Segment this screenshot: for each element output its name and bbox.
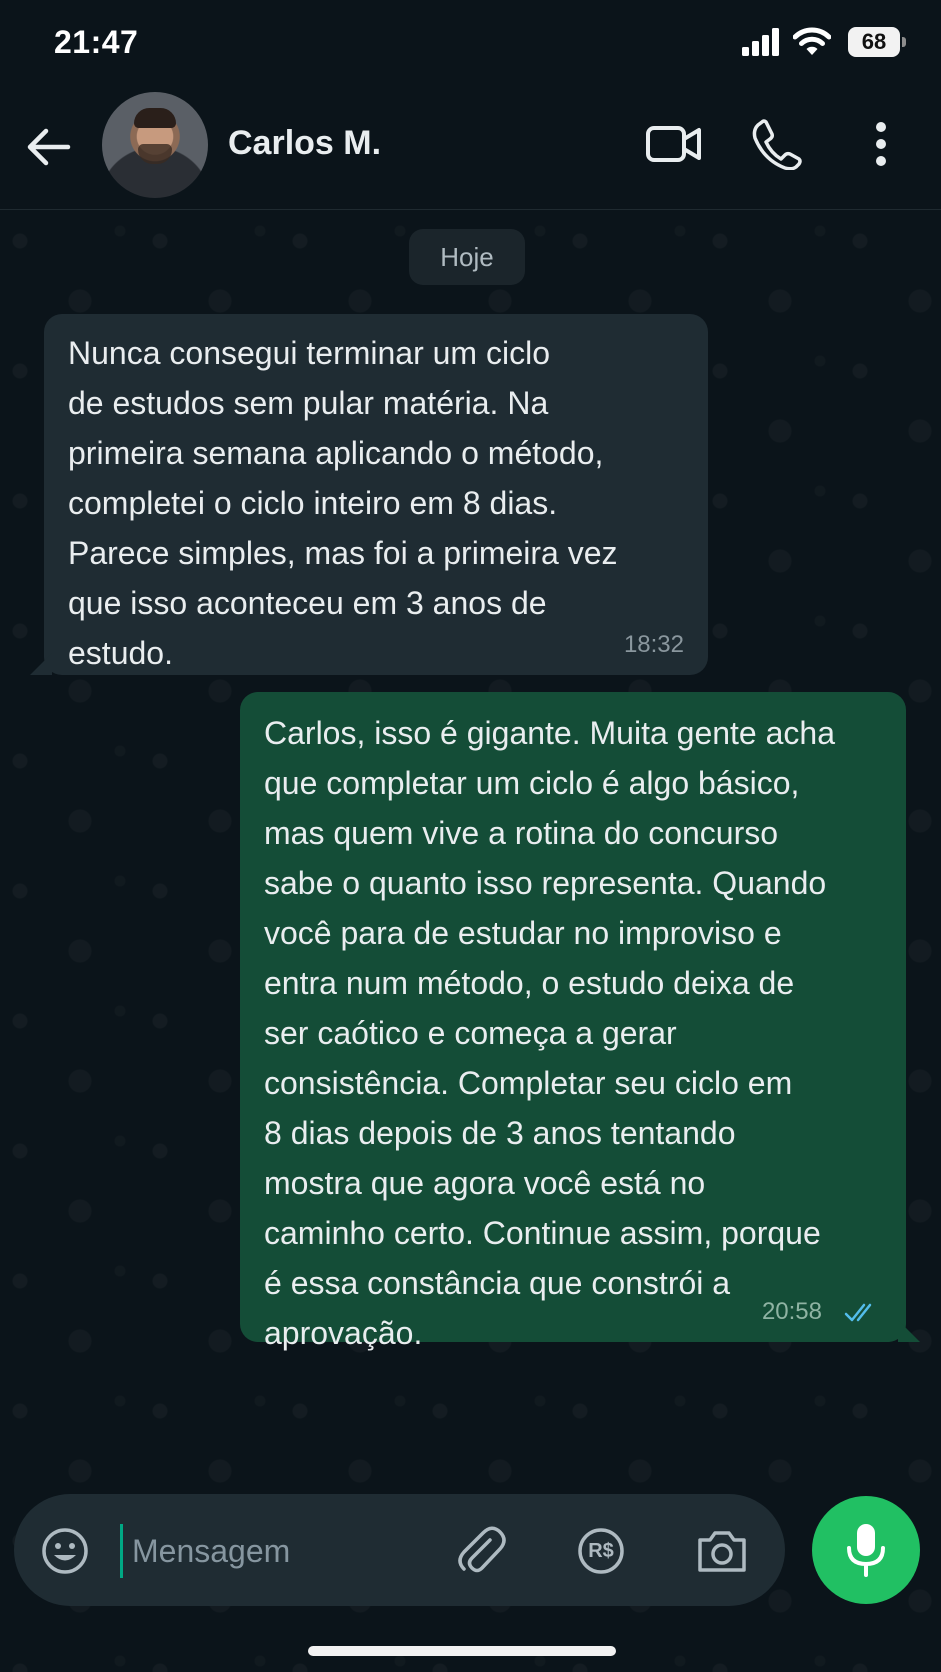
more-options-icon[interactable] — [866, 118, 896, 170]
contact-name[interactable]: Carlos M. — [228, 124, 381, 163]
home-indicator[interactable] — [308, 1646, 616, 1656]
microphone-icon — [847, 1524, 885, 1577]
message-time: 18:32 — [623, 631, 684, 658]
phone-icon[interactable] — [752, 118, 802, 170]
incoming-message[interactable]: Nunca consegui terminar um ciclo de estu… — [30, 314, 708, 675]
status-time: 21:47 — [54, 24, 139, 60]
date-chip: Hoje — [409, 229, 525, 285]
cellular-signal-icon — [742, 28, 779, 56]
pix-label: R$ — [588, 1540, 614, 1562]
chat-area[interactable]: Hoje Nunca consegui terminar um ciclo de… — [0, 211, 941, 1672]
outgoing-message[interactable]: Carlos, isso é gigante. Muita gente acha… — [240, 692, 920, 1351]
back-arrow-icon[interactable] — [22, 120, 76, 174]
text-cursor — [120, 1524, 123, 1578]
camera-icon[interactable] — [696, 1526, 748, 1574]
pix-payment-icon[interactable]: R$ — [576, 1526, 626, 1576]
battery-icon: 68 — [848, 27, 906, 57]
voice-message-button[interactable] — [812, 1496, 920, 1604]
message-input[interactable] — [132, 1524, 432, 1578]
message-composer: R$ — [14, 1494, 785, 1606]
emoji-icon[interactable] — [40, 1526, 90, 1576]
attach-icon[interactable] — [454, 1522, 508, 1578]
avatar[interactable] — [102, 92, 208, 198]
wifi-icon — [793, 27, 831, 55]
status-bar: 21:47 68 — [0, 0, 941, 86]
chat-header: Carlos M. — [0, 86, 941, 210]
video-call-icon[interactable] — [645, 118, 703, 170]
message-text: Nunca consegui terminar um ciclo de estu… — [68, 335, 618, 671]
message-text: Carlos, isso é gigante. Muita gente acha… — [264, 715, 835, 1351]
read-receipt-icon — [844, 1303, 872, 1322]
message-time: 20:58 — [761, 1298, 822, 1325]
battery-level: 68 — [861, 29, 887, 54]
